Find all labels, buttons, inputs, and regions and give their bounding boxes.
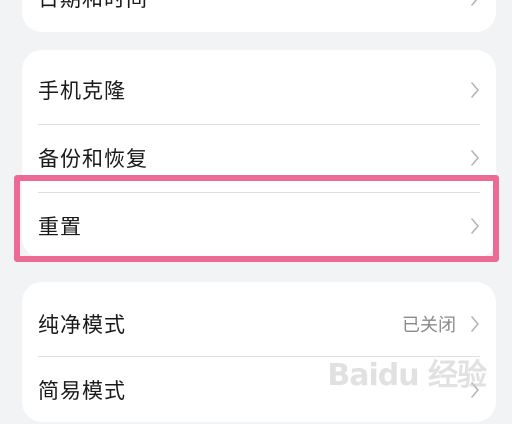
chevron-right-icon	[471, 0, 478, 6]
chevron-right-icon	[471, 218, 479, 234]
settings-item-status: 已关闭	[402, 315, 456, 336]
settings-card-system: 手机克隆 备份和恢复 重置	[22, 50, 496, 258]
settings-item-reset[interactable]: 重置	[22, 192, 496, 260]
settings-item-pure-mode[interactable]: 纯净模式 已关闭	[22, 290, 496, 358]
chevron-right-icon	[471, 150, 479, 166]
chevron-right-icon	[471, 82, 479, 98]
settings-item-date-time[interactable]: 日期和时间	[22, 0, 496, 32]
watermark-logo: Baidu 经验	[327, 358, 487, 393]
chevron-right-icon	[471, 316, 479, 332]
settings-item-label: 简易模式	[38, 379, 126, 403]
settings-item-phone-clone[interactable]: 手机克隆	[22, 56, 496, 124]
settings-item-label: 重置	[38, 215, 82, 239]
settings-item-label: 手机克隆	[38, 79, 126, 103]
settings-item-label: 备份和恢复	[38, 147, 148, 171]
settings-card-top: 日期和时间	[22, 0, 496, 32]
settings-item-label: 日期和时间	[38, 0, 148, 13]
settings-item-label: 纯净模式	[38, 313, 126, 337]
settings-item-backup-restore[interactable]: 备份和恢复	[22, 124, 496, 192]
